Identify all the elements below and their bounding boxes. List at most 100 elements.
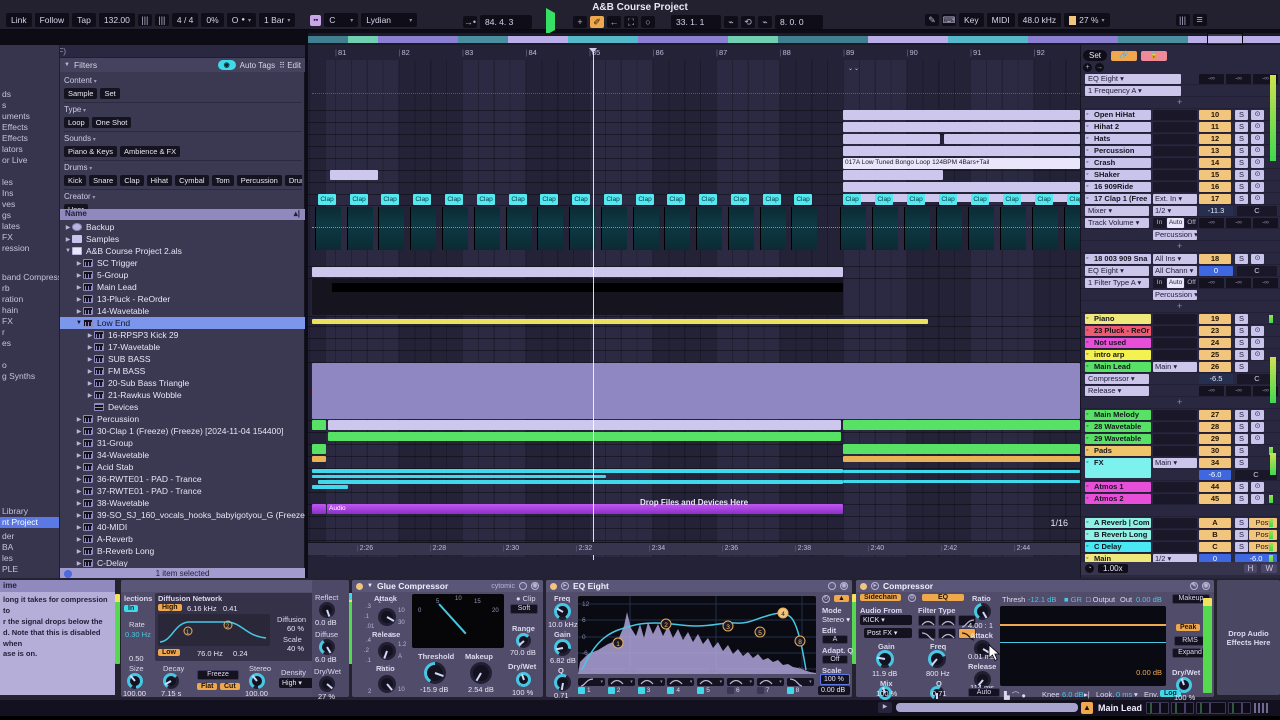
device-on-toggle[interactable]	[550, 582, 557, 590]
tempo-field[interactable]: 132.00	[98, 13, 135, 27]
solo-button[interactable]: S	[1235, 122, 1248, 132]
solo-button[interactable]: S	[1235, 530, 1248, 540]
arm-button[interactable]: ⊙	[1251, 134, 1264, 144]
size-value[interactable]: 100.00	[123, 689, 146, 698]
loop-toggle-icon[interactable]: ⟲	[741, 16, 755, 28]
track-io-menu[interactable]	[1153, 338, 1197, 348]
menu-hamburger-icon[interactable]: ≡	[1192, 14, 1207, 26]
automation-param-menu[interactable]: 1 Filter Type A ▾	[1085, 278, 1149, 288]
eq-band-toggle[interactable]: 4	[667, 687, 680, 694]
save-preset-icon[interactable]: ◉	[531, 582, 539, 590]
track-name[interactable]: Percussion	[1085, 146, 1151, 156]
tree-arrow-icon[interactable]: ▶	[75, 524, 83, 531]
arm-button[interactable]: ⊙	[1251, 494, 1264, 504]
arm-button[interactable]: ⊙	[1251, 170, 1264, 180]
clap-clip-header[interactable]: Clap	[763, 194, 781, 205]
arrangement-clip[interactable]	[332, 283, 843, 292]
quantization-menu[interactable]: 1 Bar ▾	[258, 13, 296, 27]
tree-arrow-icon[interactable]: ▶	[75, 560, 83, 567]
bar-number[interactable]: 88	[780, 48, 790, 57]
solo-button[interactable]: S	[1235, 350, 1248, 360]
decay-knob[interactable]	[163, 673, 179, 689]
pan-value[interactable]: C	[1237, 266, 1277, 276]
track-name[interactable]: 29 Wavetable	[1085, 434, 1151, 444]
reverb-drywet-knob[interactable]	[319, 676, 335, 692]
tree-item[interactable]: Devices	[60, 401, 305, 413]
track-name[interactable]: Hihat 2	[1085, 122, 1151, 132]
clap-clip-body[interactable]	[410, 207, 436, 250]
glue-drywet-knob[interactable]	[516, 672, 531, 687]
filter-tag[interactable]: Percussion	[236, 175, 282, 186]
band-enable-checkbox[interactable]	[637, 687, 645, 694]
sc-mix-value[interactable]: 100 %	[876, 689, 897, 698]
arrangement-position-field[interactable]: 84. 4. 3	[480, 15, 532, 29]
reflect-value[interactable]: 0.0 dB	[315, 618, 337, 627]
scroll-right-icon[interactable]: ▶	[878, 702, 892, 713]
diffusion-filter-graph[interactable]: 12	[158, 614, 270, 646]
filter-section-header[interactable]: Type ▾	[64, 105, 302, 115]
automation-line[interactable]	[312, 227, 1080, 228]
filter-type-1-button[interactable]	[918, 615, 936, 626]
track-number-badge[interactable]: 14	[1199, 158, 1231, 168]
loop-length-field[interactable]: 8. 0. 0	[775, 15, 823, 29]
tree-item[interactable]: ▶ Backup	[60, 221, 305, 233]
auto-tags-toggle[interactable]: ◉	[217, 60, 236, 70]
lookahead-value[interactable]: 0 ms	[1116, 690, 1132, 699]
eq-band-filter-menu[interactable]: ▾	[727, 678, 754, 686]
sidebar-item[interactable]: ds	[2, 89, 11, 100]
automation-device-menu[interactable]: Mixer ▾	[1085, 206, 1149, 216]
arrangement-clip[interactable]	[843, 420, 1080, 430]
low-shelf-toggle[interactable]: Low	[158, 649, 180, 656]
eq-band-toggle[interactable]: 2	[607, 687, 620, 694]
tree-item[interactable]: ▶ FM BASS	[60, 365, 305, 377]
tree-arrow-icon[interactable]: ▶	[75, 440, 83, 447]
low-q-value[interactable]: 0.24	[233, 649, 248, 658]
track-io-menu[interactable]	[1153, 482, 1197, 492]
oversampling-icon[interactable]: ▲	[834, 595, 849, 602]
device-chain-selector[interactable]: 1 Frequency A ▾	[1085, 86, 1181, 96]
filter-tag[interactable]: Clap	[120, 175, 144, 186]
clap-clip-header[interactable]: Clap	[477, 194, 495, 205]
eq-band-filter-menu[interactable]: ▾	[786, 677, 814, 687]
track-io-menu[interactable]	[1153, 422, 1197, 432]
audition-icon[interactable]: ▸	[871, 582, 879, 590]
track-number-badge[interactable]: 19	[1199, 314, 1231, 324]
key-map-button[interactable]: Key	[959, 13, 984, 27]
bar-number[interactable]: 90	[907, 48, 917, 57]
clap-clip-body[interactable]	[537, 207, 563, 250]
track-name[interactable]: 16 909Ride	[1085, 182, 1151, 192]
track-name[interactable]: Piano	[1085, 314, 1151, 324]
tree-item[interactable]: ▶ 16-RPSP3 Kick 29	[60, 329, 305, 341]
solo-button[interactable]: S	[1235, 542, 1248, 552]
in-filter-toggle[interactable]: In	[124, 605, 139, 612]
track-name[interactable]: B Reverb Long	[1085, 530, 1151, 540]
tree-item[interactable]: ▶ 40-MIDI	[60, 521, 305, 533]
arrangement-clip[interactable]	[843, 134, 940, 144]
hot-swap-icon[interactable]: ◌	[828, 582, 836, 590]
clap-clip-header[interactable]: Clap	[907, 194, 925, 205]
arm-button[interactable]: ⊙	[1251, 182, 1264, 192]
clap-clip-body[interactable]	[474, 207, 500, 250]
tree-item[interactable]: ▶ 31-Group	[60, 437, 305, 449]
high-freq-value[interactable]: 6.16 kHz	[187, 604, 217, 613]
clap-clip-header[interactable]: Clap	[875, 194, 893, 205]
filter-section-header[interactable]: Drums ▾	[64, 163, 302, 173]
arrangement-clip[interactable]	[843, 480, 1080, 483]
sidebar-item[interactable]: r	[2, 327, 5, 338]
tree-arrow-icon[interactable]: ▶	[75, 548, 83, 555]
sidebar-item[interactable]: or Live	[2, 155, 28, 166]
sidebar-item[interactable]: Effects	[2, 133, 28, 144]
tree-arrow-icon[interactable]: ▶	[75, 284, 83, 291]
clap-clip-header[interactable]: Clap	[540, 194, 558, 205]
arm-button[interactable]: ⊙	[1251, 350, 1264, 360]
preview-icon[interactable]	[64, 570, 72, 578]
tree-arrow-icon[interactable]: ▶	[75, 512, 83, 519]
tree-arrow-icon[interactable]: ▶	[75, 488, 83, 495]
arm-button[interactable]: ⊙	[1251, 110, 1264, 120]
arrangement-clip[interactable]	[843, 470, 1080, 473]
play-button[interactable]	[546, 8, 555, 35]
solo-button[interactable]: S	[1235, 182, 1248, 192]
pan-value[interactable]: C	[1237, 206, 1277, 216]
zoom-level-badge[interactable]: 1.00x	[1098, 564, 1128, 573]
sidebar-item[interactable]: der	[2, 531, 14, 542]
